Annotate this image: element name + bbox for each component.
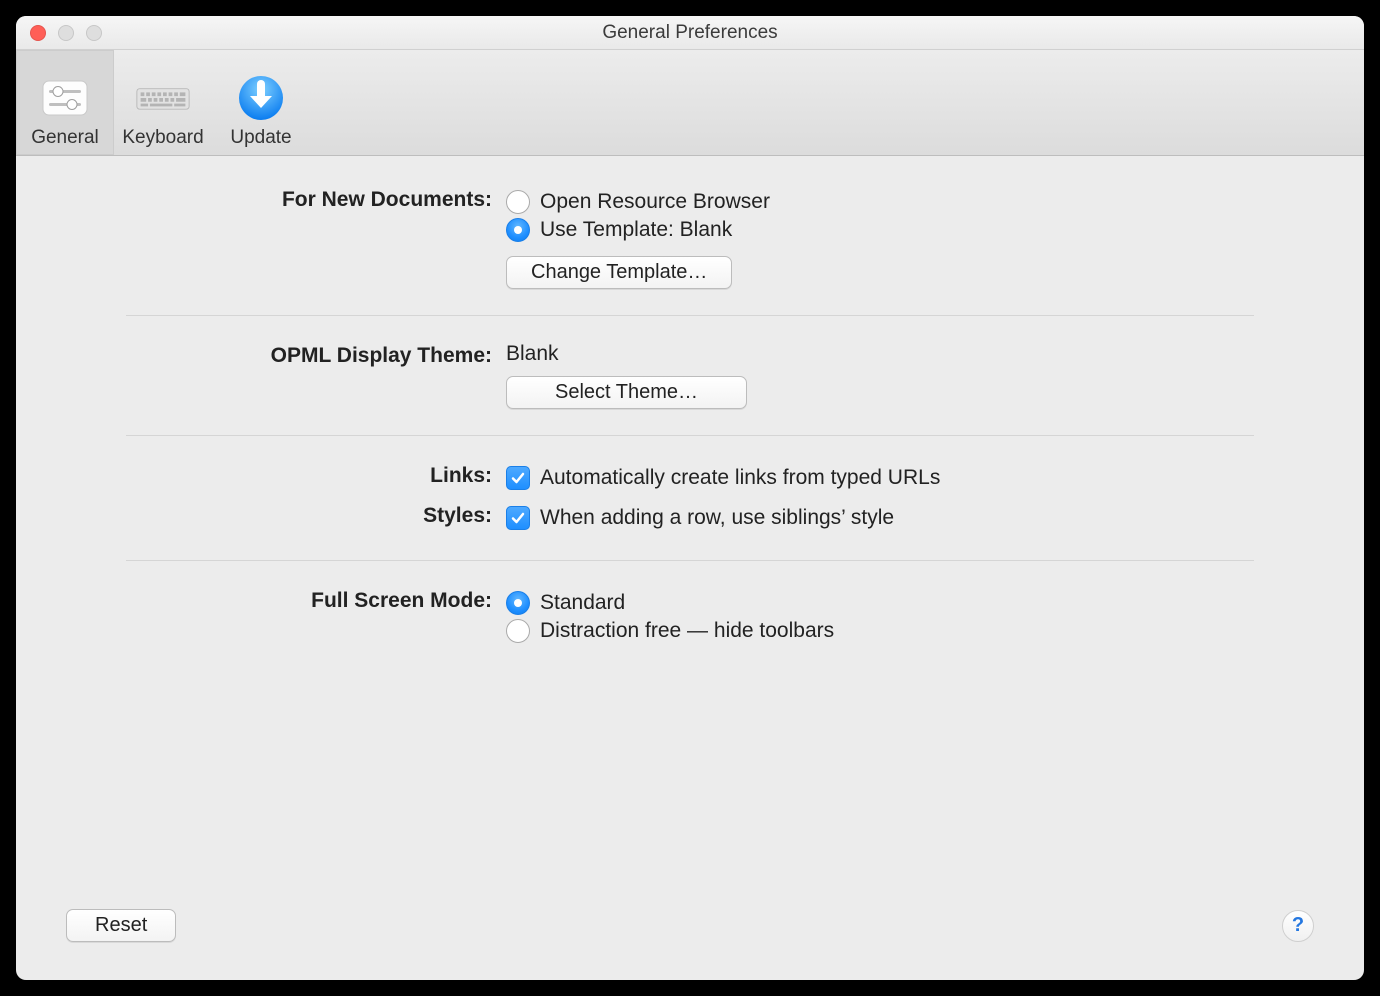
checkbox-auto-links[interactable]: Automatically create links from typed UR… [506,466,1254,490]
checkbox-label: When adding a row, use siblings’ style [540,506,894,530]
styles-label: Styles: [126,502,506,528]
radio-fullscreen-standard[interactable]: Standard [506,591,1254,615]
checkmark-icon [506,506,530,530]
help-icon: ? [1292,914,1304,937]
divider [126,560,1254,561]
radio-icon [506,591,530,615]
radio-label: Distraction free — hide toolbars [540,619,834,643]
radio-label: Standard [540,591,625,615]
new-documents-label: For New Documents: [126,186,506,212]
sliders-icon [37,73,93,123]
tab-label: Update [230,127,291,149]
tab-keyboard[interactable]: Keyboard [114,50,212,155]
links-label: Links: [126,462,506,488]
opml-theme-label: OPML Display Theme: [126,342,506,368]
minimize-window-button[interactable] [58,25,74,41]
radio-label: Open Resource Browser [540,190,770,214]
keyboard-icon [135,73,191,123]
change-template-button[interactable]: Change Template… [506,256,732,289]
download-arrow-icon [233,73,289,123]
checkbox-sibling-style[interactable]: When adding a row, use siblings’ style [506,506,1254,530]
divider [126,435,1254,436]
tab-general[interactable]: General [16,50,114,155]
checkbox-label: Automatically create links from typed UR… [540,466,940,490]
divider [126,315,1254,316]
titlebar: General Preferences [16,16,1364,50]
radio-open-resource-browser[interactable]: Open Resource Browser [506,190,1254,214]
radio-use-template[interactable]: Use Template: Blank [506,218,1254,242]
opml-theme-value: Blank [506,342,1254,366]
radio-icon [506,218,530,242]
preferences-toolbar: General Keyboard [16,50,1364,156]
select-theme-button[interactable]: Select Theme… [506,376,747,409]
radio-icon [506,619,530,643]
tab-label: General [31,127,99,149]
zoom-window-button[interactable] [86,25,102,41]
window-title: General Preferences [16,22,1364,44]
help-button[interactable]: ? [1282,910,1314,942]
reset-button[interactable]: Reset [66,909,176,942]
checkmark-icon [506,466,530,490]
radio-icon [506,190,530,214]
close-window-button[interactable] [30,25,46,41]
radio-fullscreen-distraction-free[interactable]: Distraction free — hide toolbars [506,619,1254,643]
fullscreen-label: Full Screen Mode: [126,587,506,613]
tab-update[interactable]: Update [212,50,310,155]
tab-label: Keyboard [122,127,203,149]
radio-label: Use Template: Blank [540,218,732,242]
preferences-content: For New Documents: Open Resource Browser… [16,156,1364,675]
